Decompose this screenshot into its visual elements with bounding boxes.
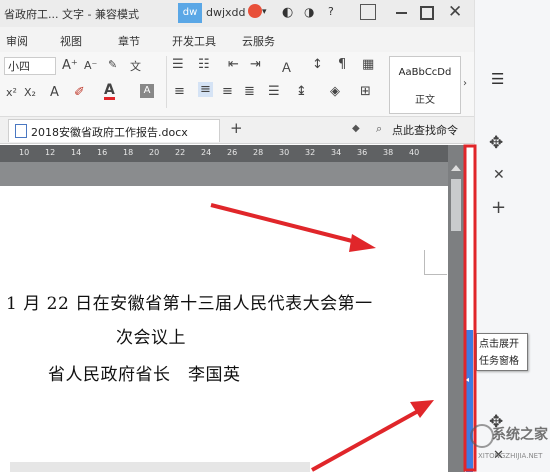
watermark-logo: 系统之家 XITONGZHIJIA.NET [470,422,548,468]
annotation-layer [210,144,477,472]
logo-icon [470,424,494,448]
watermark-url: XITONGZHIJIA.NET [478,452,543,460]
annotation-arrow-top [210,203,376,252]
annotation-arrow-bottom [311,400,434,472]
watermark-text: 系统之家 [492,427,548,443]
